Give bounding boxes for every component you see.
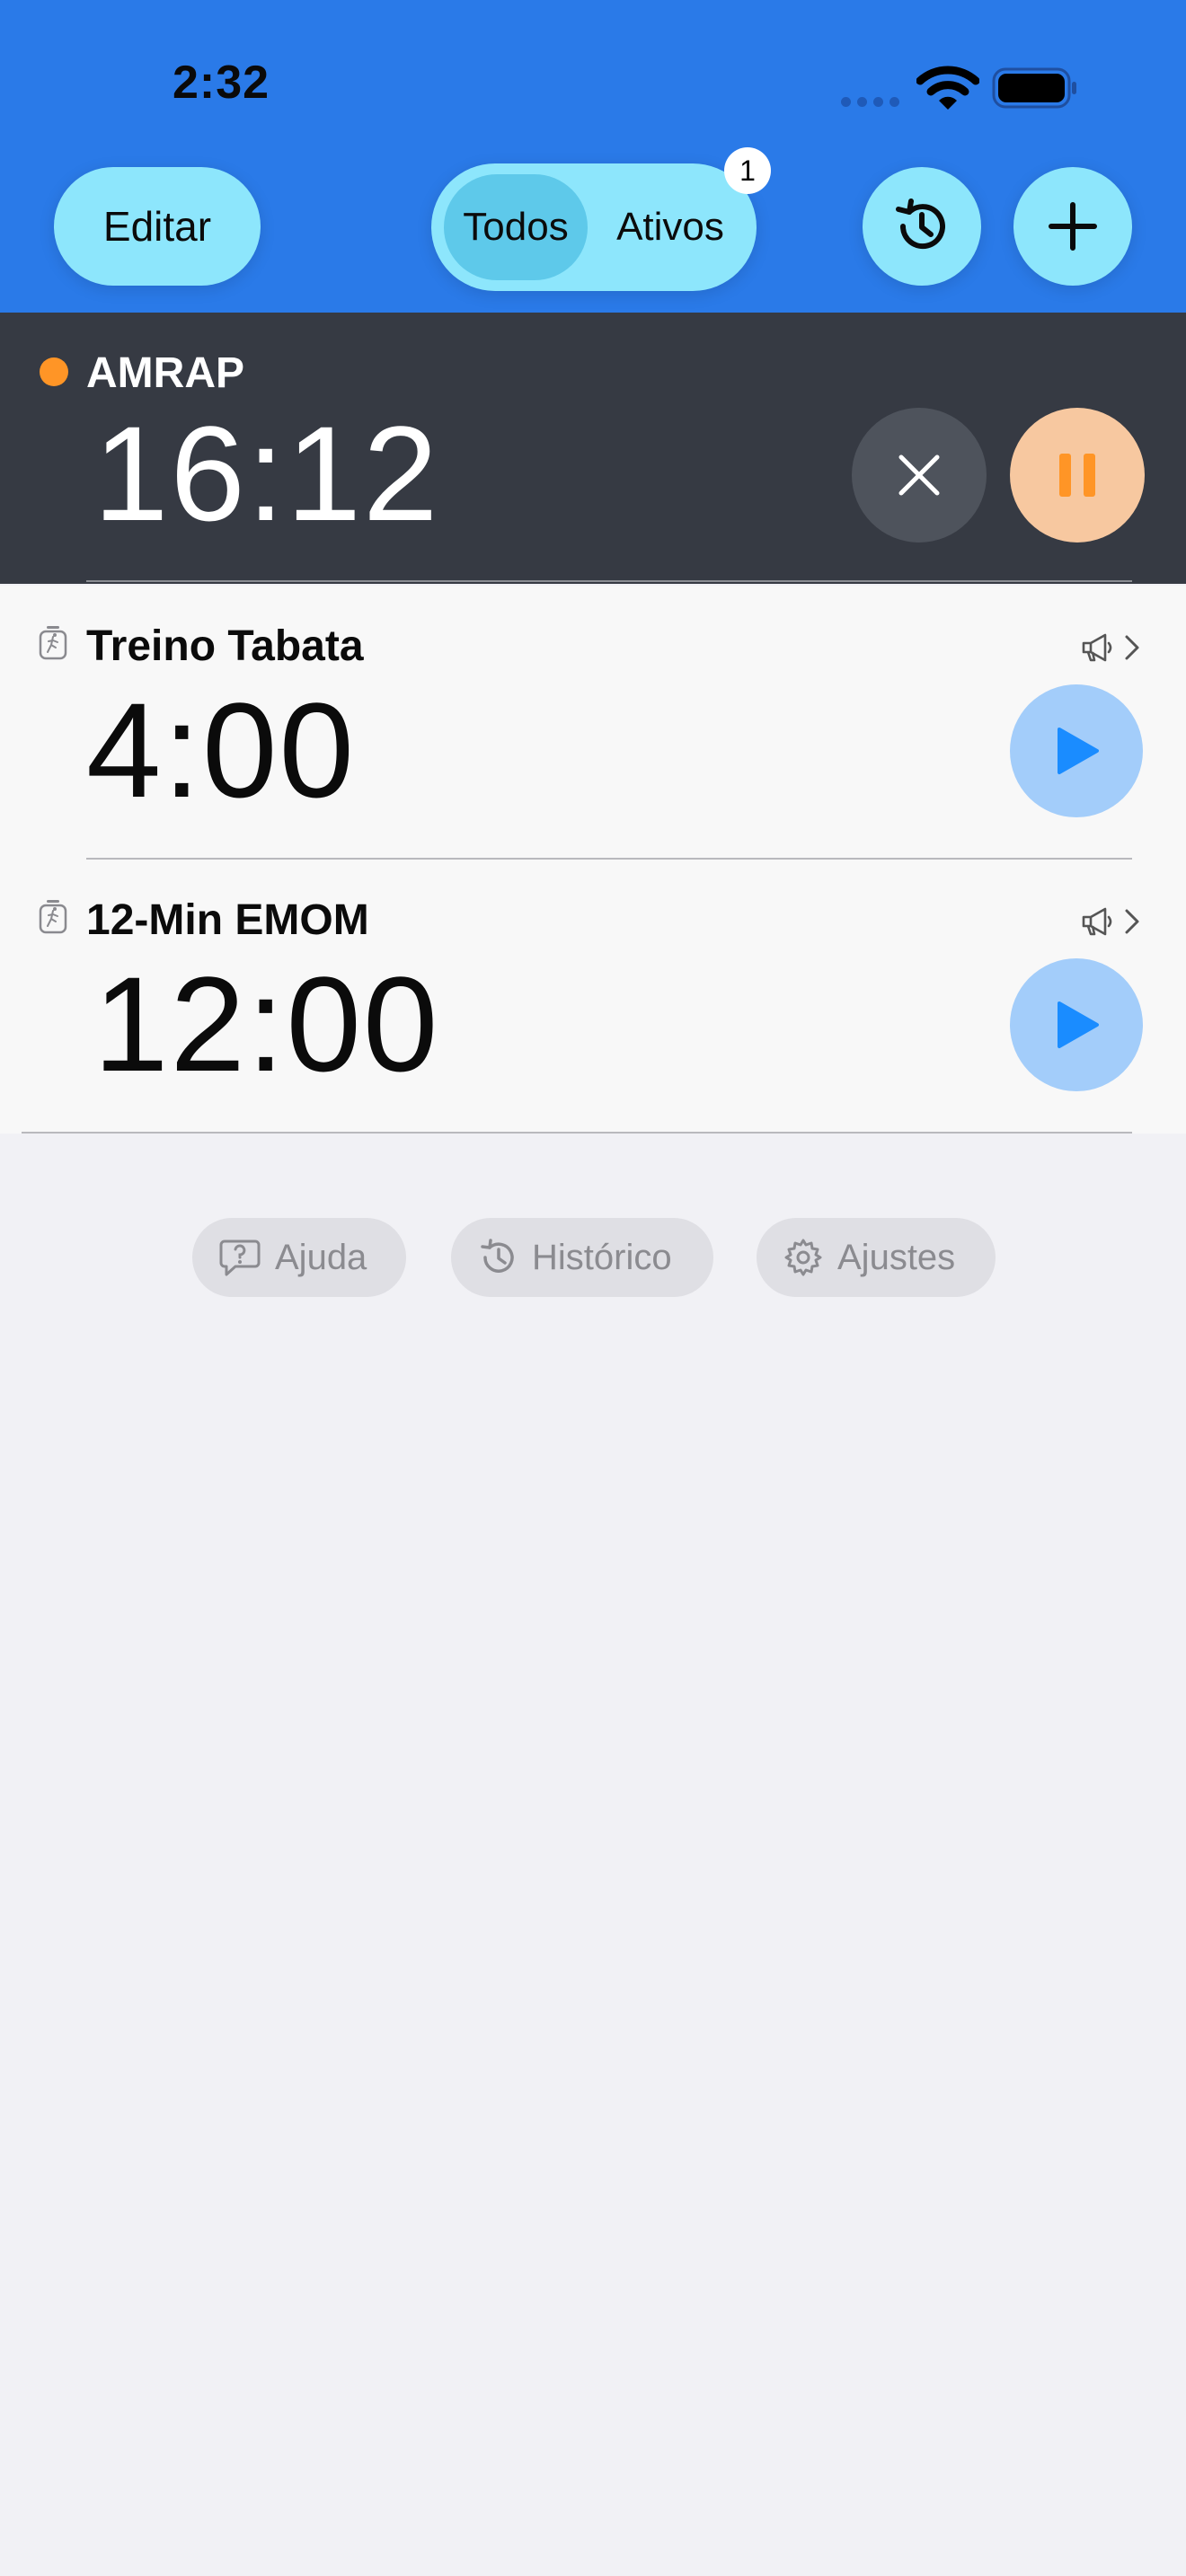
running-status-dot [40,357,68,386]
history-button[interactable] [863,167,981,286]
history-label: Histórico [532,1237,672,1277]
pause-icon [1059,454,1095,497]
play-icon [1058,728,1099,774]
history-icon [481,1239,514,1273]
active-count-badge: 1 [724,147,771,194]
row-divider [86,580,1132,582]
settings-button[interactable]: Ajustes [757,1218,996,1297]
timer-duration: 12:00 [93,948,440,1099]
add-timer-button[interactable] [1013,167,1132,286]
chevron-right-icon[interactable] [1123,908,1141,935]
play-icon [1058,1001,1099,1048]
status-time: 2:32 [173,57,270,109]
signal-icon [841,93,902,107]
filter-todos-tab[interactable]: Todos [444,174,588,280]
history-icon [896,198,945,250]
gear-icon [784,1239,822,1276]
header: 2:32 Editar Todos Ativos 1 [0,0,1186,313]
timer-title: 12-Min EMOM [86,896,369,944]
row-divider [22,1132,1132,1134]
stopwatch-figure-icon [39,626,67,660]
timer-row[interactable]: Treino Tabata 4:00 [0,586,1186,860]
close-icon [898,454,940,496]
start-timer-button[interactable] [1010,684,1143,817]
wifi-icon [916,66,979,110]
megaphone-icon [1082,633,1112,662]
chevron-right-icon[interactable] [1123,634,1141,661]
start-timer-button[interactable] [1010,958,1143,1091]
timer-title: Treino Tabata [86,622,364,670]
pause-timer-button[interactable] [1010,408,1145,543]
timer-row[interactable]: 12-Min EMOM 12:00 [0,860,1186,1134]
battery-icon [992,67,1076,109]
help-label: Ajuda [275,1237,367,1277]
filter-ativos-tab[interactable]: Ativos [597,174,744,280]
stopwatch-figure-icon [39,900,67,934]
active-timer-time: 16:12 [93,398,440,549]
help-button[interactable]: Ajuda [192,1218,406,1297]
megaphone-icon [1082,907,1112,936]
active-timer-title: AMRAP [86,349,244,397]
edit-button[interactable]: Editar [54,167,261,286]
active-timer-row[interactable]: AMRAP 16:12 [0,313,1186,584]
plus-icon [1049,202,1097,251]
help-bubble-icon [219,1239,261,1276]
settings-label: Ajustes [837,1237,956,1277]
filter-segmented-control: Todos Ativos [431,163,757,291]
history-chip-button[interactable]: Histórico [451,1218,713,1297]
timer-duration: 4:00 [86,675,356,825]
cancel-timer-button[interactable] [852,408,987,543]
